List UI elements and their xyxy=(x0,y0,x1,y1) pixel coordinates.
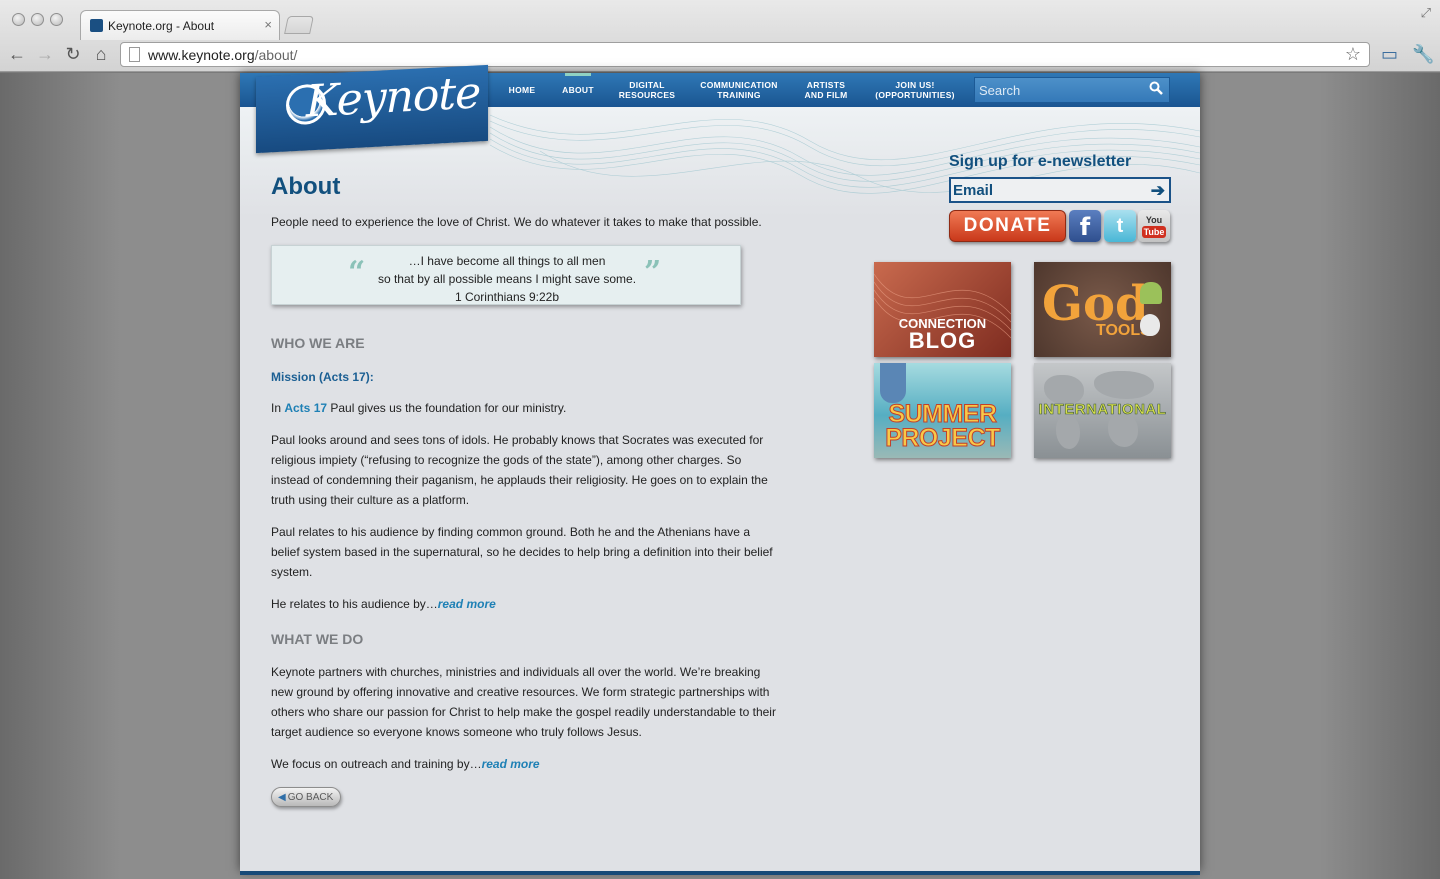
international-tile[interactable]: INTERNATIONAL xyxy=(1034,363,1171,458)
scripture-quote: “ ” …I have become all things to all men… xyxy=(271,245,741,305)
wrench-icon[interactable]: 🔧 xyxy=(1412,44,1434,65)
new-tab-button[interactable] xyxy=(284,16,314,34)
world-map-icon xyxy=(1108,413,1138,447)
back-icon[interactable]: ← xyxy=(6,43,28,65)
logo-text: Keynote xyxy=(306,67,481,128)
main-navigation: HOME ABOUT DIGITAL RESOURCES COMMUNICATIO… xyxy=(496,73,970,107)
search-icon[interactable] xyxy=(1149,81,1163,95)
read-more-link[interactable]: read more xyxy=(438,597,496,611)
mission-heading: Mission (Acts 17): xyxy=(271,370,374,384)
page-container: Keynote HOME ABOUT DIGITAL RESOURCES COMM… xyxy=(240,64,1200,871)
youtube-icon[interactable]: You Tube xyxy=(1138,210,1170,242)
tab-title: Keynote.org - About xyxy=(108,19,215,33)
email-field[interactable] xyxy=(951,179,1141,201)
site-logo[interactable]: Keynote xyxy=(256,64,488,154)
world-map-icon xyxy=(1056,415,1080,449)
forward-icon[interactable]: → xyxy=(34,43,56,65)
apple-icon xyxy=(1140,314,1160,336)
summer-project-tile[interactable]: SUMMER PROJECT xyxy=(874,363,1011,458)
bookmark-star-icon[interactable]: ☆ xyxy=(1345,44,1361,65)
nav-about[interactable]: ABOUT xyxy=(548,73,608,107)
page-icon xyxy=(129,47,140,62)
donate-button[interactable]: DONATE xyxy=(949,210,1066,242)
android-icon xyxy=(1140,282,1162,304)
go-back-label: GO BACK xyxy=(287,791,334,803)
international-label: INTERNATIONAL xyxy=(1038,401,1167,419)
page-viewport: Keynote HOME ABOUT DIGITAL RESOURCES COMM… xyxy=(0,64,1440,879)
nav-artists-film[interactable]: ARTISTS AND FILM xyxy=(792,73,860,107)
nav-digital-resources[interactable]: DIGITAL RESOURCES xyxy=(608,73,686,107)
tab-close-icon[interactable]: × xyxy=(264,17,272,32)
submit-arrow-icon[interactable]: ➔ xyxy=(1151,181,1165,201)
extension-icon[interactable]: ▭ xyxy=(1381,44,1398,65)
go-back-button[interactable]: ◀ GO BACK xyxy=(271,787,341,807)
newsletter-heading: Sign up for e-newsletter xyxy=(949,153,1132,170)
what-we-do-paragraph-1: Keynote partners with churches, ministri… xyxy=(271,665,776,739)
mission-paragraph-1: In Acts 17 Paul gives us the foundation … xyxy=(271,401,567,415)
what-we-do-paragraph-2: We focus on outreach and training by…rea… xyxy=(271,757,540,771)
site-search xyxy=(974,77,1170,103)
intro-text: People need to experience the love of Ch… xyxy=(271,215,762,229)
quote-line-2: so that by all possible means I might sa… xyxy=(377,272,637,286)
blog-label: BLOG xyxy=(908,328,977,353)
quote-line-1: …I have become all things to all men xyxy=(408,254,606,268)
nav-join-us[interactable]: JOIN US! (OPPORTUNITIES) xyxy=(860,73,970,107)
acts-17-link[interactable]: Acts 17 xyxy=(284,401,327,415)
nav-home[interactable]: HOME xyxy=(496,73,548,107)
zoom-window-button[interactable] xyxy=(50,13,63,26)
read-more-link[interactable]: read more xyxy=(482,757,540,771)
browser-tab[interactable]: Keynote.org - About × xyxy=(80,10,280,40)
who-we-are-heading: WHO WE ARE xyxy=(271,335,365,351)
mission-paragraph-2: Paul looks around and sees tons of idols… xyxy=(271,433,768,507)
fullscreen-icon[interactable]: ⤢ xyxy=(1421,5,1431,21)
newsletter-form: ➔ xyxy=(949,177,1171,203)
godtools-tile[interactable]: God TOOLS xyxy=(1034,262,1171,357)
reload-icon[interactable]: ↻ xyxy=(62,43,84,65)
twitter-icon[interactable]: t xyxy=(1104,210,1136,242)
world-map-icon xyxy=(1094,371,1154,399)
favicon-icon xyxy=(90,19,103,32)
facebook-icon[interactable]: f xyxy=(1069,210,1101,242)
mission-paragraph-3: Paul relates to his audience by finding … xyxy=(271,525,773,579)
home-icon[interactable]: ⌂ xyxy=(90,43,112,65)
browser-toolbar: Keynote.org - About × ⤢ ← → ↻ ⌂ www.keyn… xyxy=(0,0,1440,72)
address-bar[interactable]: www.keynote.org/about/ ☆ xyxy=(120,42,1370,67)
page-footer-bar xyxy=(240,871,1200,875)
what-we-do-heading: WHAT WE DO xyxy=(271,631,364,647)
mission-paragraph-4: He relates to his audience by…read more xyxy=(271,597,496,611)
nav-communication-training[interactable]: COMMUNICATION TRAINING xyxy=(686,73,792,107)
close-window-button[interactable] xyxy=(12,13,25,26)
connection-blog-tile[interactable]: CONNECTION BLOG xyxy=(874,262,1011,357)
search-input[interactable] xyxy=(975,78,1145,102)
project-label: PROJECT xyxy=(885,424,1001,453)
minimize-window-button[interactable] xyxy=(31,13,44,26)
url-text: www.keynote.org/about/ xyxy=(148,47,298,63)
page-title: About xyxy=(271,173,341,200)
back-arrow-icon: ◀ xyxy=(278,791,286,803)
quote-citation: 1 Corinthians 9:22b xyxy=(454,290,560,304)
guitar-icon xyxy=(880,363,906,403)
